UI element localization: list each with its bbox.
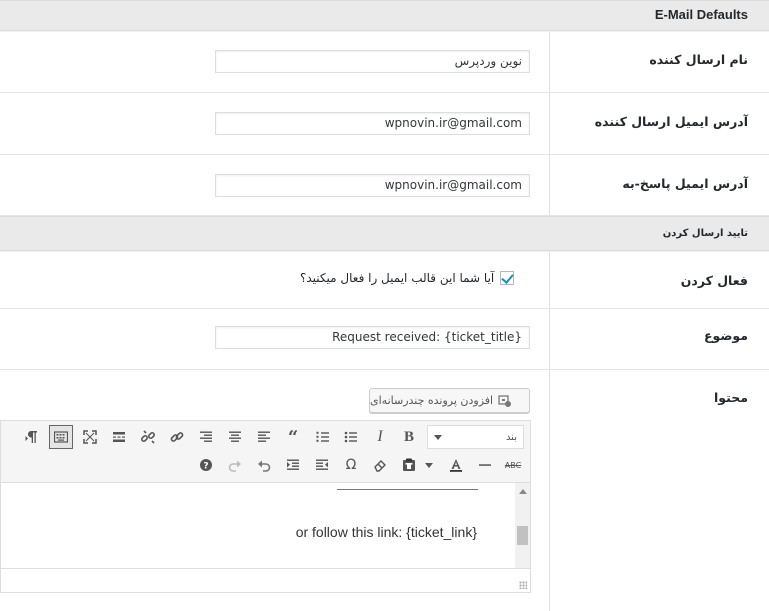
label-content: محتوا (714, 390, 748, 405)
editor-status-bar (1, 568, 530, 592)
enable-checkbox[interactable] (500, 271, 515, 285)
label-subject: موضوع (703, 328, 748, 343)
row-label-cell: موضوع (549, 309, 769, 369)
row-label-cell: محتوا (549, 370, 769, 611)
link-icon[interactable] (165, 425, 189, 449)
special-character-icon[interactable]: Ω (339, 453, 363, 477)
editor-content[interactable]: or follow this link: {ticket_link} (1, 483, 515, 570)
format-select[interactable]: بند (427, 425, 524, 449)
sender-email-input[interactable]: wpnovin.ir@gmail.com (215, 112, 530, 135)
scroll-thumb[interactable] (517, 526, 528, 545)
row-label-cell: آدرس ایمیل پاسخ-به (549, 155, 769, 215)
toolbar-toggle-icon[interactable] (49, 425, 73, 449)
svg-text:?: ? (203, 462, 208, 472)
align-left-icon[interactable] (252, 425, 276, 449)
settings-page: E-Mail Defaults نام ارسال کننده نوین ورد… (0, 0, 769, 611)
horizontal-rule (337, 489, 478, 490)
align-center-icon[interactable] (223, 425, 247, 449)
sender-name-input[interactable]: نوین وردپرس (215, 50, 530, 73)
scroll-up-icon[interactable] (519, 489, 527, 494)
section-header-confirm: تایید ارسال کردن (0, 216, 769, 251)
content-editor: بند B I “ ABC Ω ? or follow this link: {… (0, 420, 531, 593)
numbered-list-icon[interactable] (311, 425, 335, 449)
row-sender-email: آدرس ایمیل ارسال کننده wpnovin.ir@gmail.… (0, 93, 769, 155)
media-icon (498, 394, 512, 407)
section-header-email-defaults: E-Mail Defaults (0, 0, 769, 31)
enable-checkbox-group[interactable]: آیا شما این قالب ایمیل را فعال میکنید؟ (300, 271, 515, 285)
editor-toolbar: بند B I “ ABC Ω ? (1, 421, 530, 483)
row-label-cell: نام ارسال کننده (549, 32, 769, 92)
label-sender-email: آدرس ایمیل ارسال کننده (594, 114, 748, 129)
editor-scrollbar[interactable] (515, 483, 530, 570)
reply-email-input[interactable]: wpnovin.ir@gmail.com (215, 174, 530, 197)
text-color-dropdown-icon[interactable] (422, 453, 436, 477)
redo-icon[interactable] (223, 453, 247, 477)
indent-icon[interactable] (281, 453, 305, 477)
label-reply-email: آدرس ایمیل پاسخ-به (622, 176, 748, 191)
row-sender-name: نام ارسال کننده نوین وردپرس (0, 32, 769, 93)
horizontal-line-icon[interactable] (473, 453, 497, 477)
resize-handle-icon[interactable] (519, 581, 527, 589)
section-title: E-Mail Defaults (654, 7, 748, 22)
add-media-button[interactable]: افزودن پرونده چندرسانه‌ای (369, 388, 530, 413)
label-sender-name: نام ارسال کننده (649, 52, 748, 67)
undo-icon[interactable] (252, 453, 276, 477)
clear-formatting-icon[interactable] (368, 453, 392, 477)
row-enable: فعال کردن آیا شما این قالب ایمیل را فعال… (0, 252, 769, 309)
editor-body-text: or follow this link: {ticket_link} (295, 524, 477, 540)
section-title: تایید ارسال کردن (662, 228, 748, 239)
outdent-icon[interactable] (310, 453, 334, 477)
italic-icon[interactable]: I (368, 425, 392, 449)
row-subject: موضوع Request received: {ticket_title} (0, 309, 769, 370)
row-label-cell: فعال کردن (549, 252, 769, 308)
align-right-icon[interactable] (194, 425, 218, 449)
blockquote-icon[interactable]: “ (281, 425, 305, 449)
add-media-label: افزودن پرونده چندرسانه‌ای (370, 394, 494, 407)
bold-icon[interactable]: B (397, 425, 421, 449)
text-direction-icon[interactable] (20, 425, 44, 449)
label-enable: فعال کردن (680, 273, 748, 288)
chevron-down-icon (434, 434, 442, 440)
unlink-icon[interactable] (136, 425, 160, 449)
row-label-cell: آدرس ایمیل ارسال کننده (549, 93, 769, 154)
paste-text-icon[interactable] (397, 453, 421, 477)
help-icon[interactable]: ? (194, 453, 218, 477)
enable-checkbox-label[interactable]: آیا شما این قالب ایمیل را فعال میکنید؟ (300, 271, 494, 285)
row-reply-email: آدرس ایمیل پاسخ-به wpnovin.ir@gmail.com (0, 155, 769, 216)
subject-input[interactable]: Request received: {ticket_title} (215, 326, 530, 349)
read-more-icon[interactable] (107, 425, 131, 449)
strikethrough-icon[interactable]: ABC (501, 453, 525, 477)
fullscreen-icon[interactable] (78, 425, 102, 449)
format-select-value: بند (505, 431, 517, 443)
bullet-list-icon[interactable] (339, 425, 363, 449)
text-color-icon[interactable] (444, 453, 468, 477)
